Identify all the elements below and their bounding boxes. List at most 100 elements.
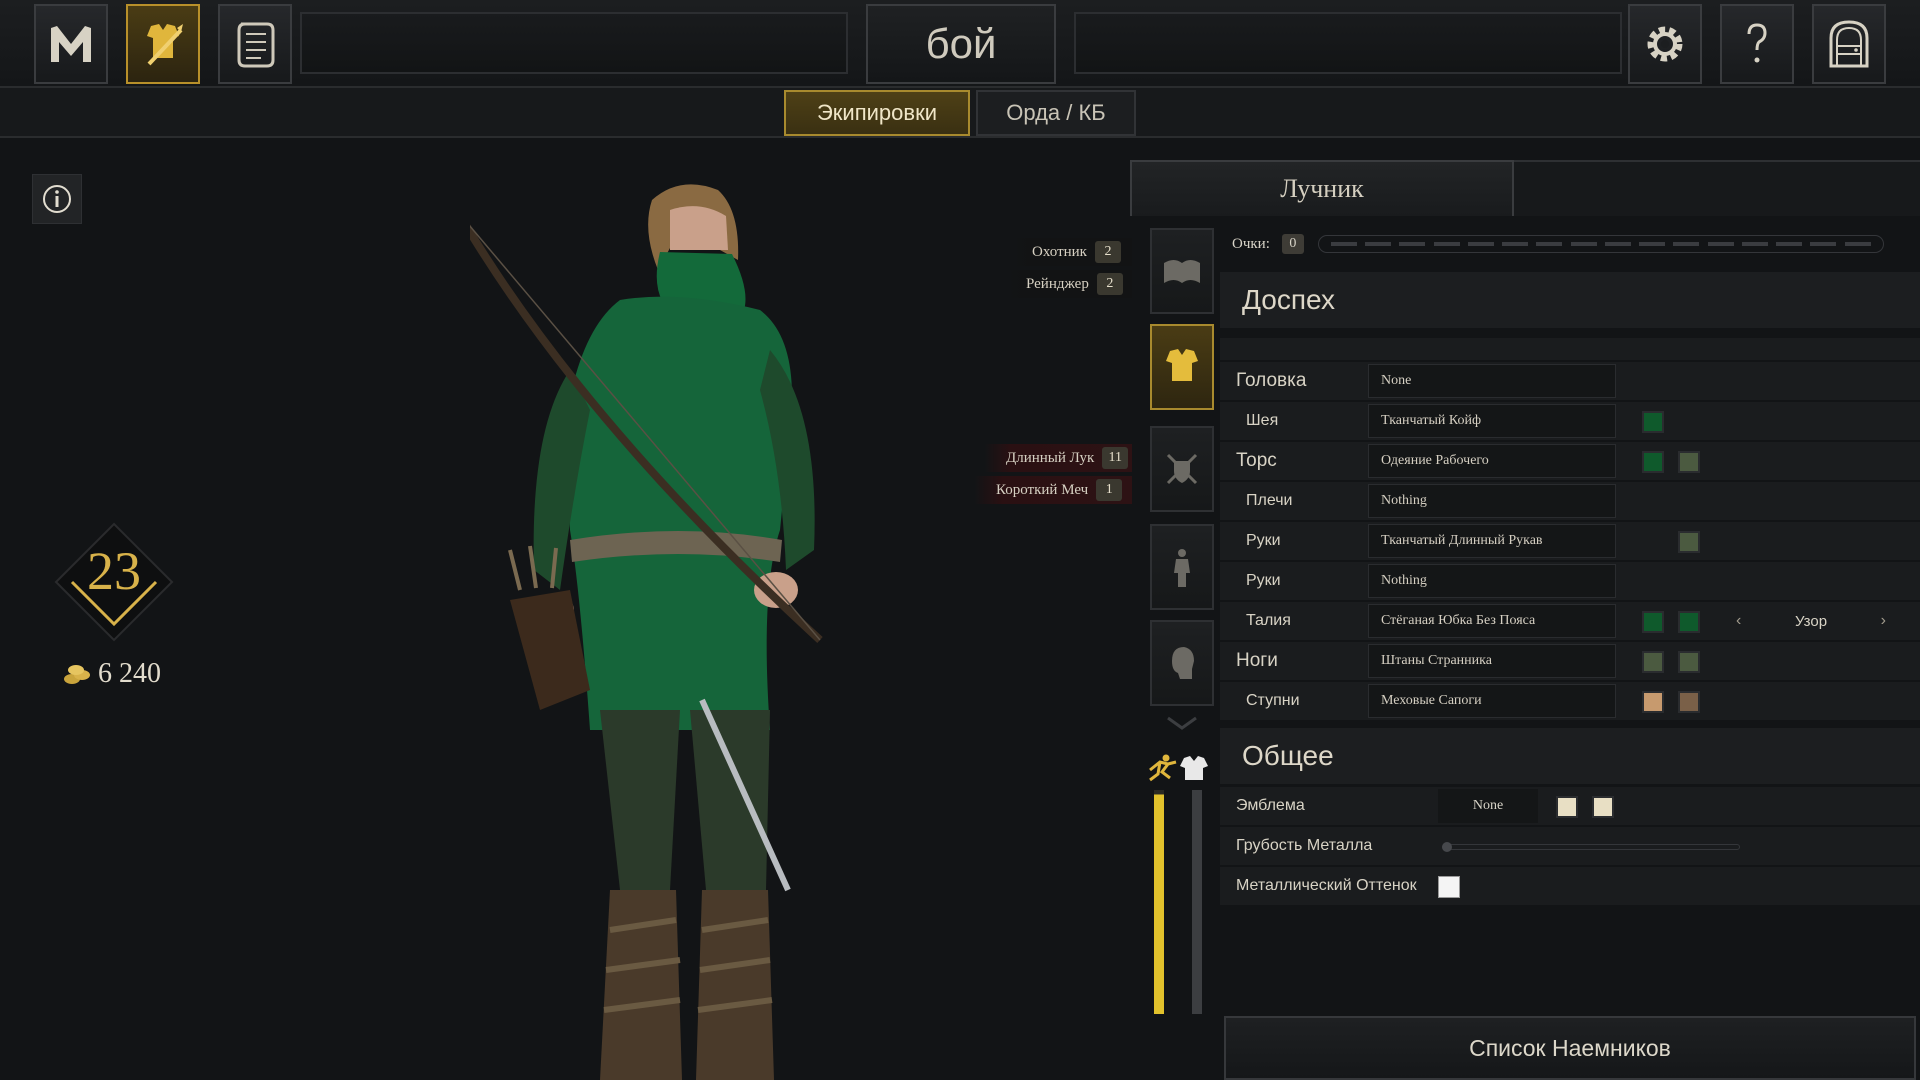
armor-slot-row: Головка None	[1220, 362, 1920, 400]
color-swatch[interactable]	[1678, 691, 1700, 713]
emblem-color-1-swatch[interactable]	[1556, 796, 1578, 818]
armor-slot-select[interactable]: Тканчатый Койф	[1368, 404, 1616, 438]
metal-roughness-row: Грубость Металла	[1220, 827, 1920, 865]
armor-slot-select[interactable]: Штаны Странника	[1368, 644, 1616, 678]
category-face-button[interactable]	[1150, 620, 1214, 706]
head-icon	[1172, 647, 1194, 679]
armor-slot-select[interactable]: Одеяние Рабочего	[1368, 444, 1616, 478]
point-slot	[1365, 242, 1392, 246]
category-weapons-button[interactable]	[1150, 426, 1214, 512]
color-swatch[interactable]	[1642, 691, 1664, 713]
emblem-color-2-swatch[interactable]	[1592, 796, 1614, 818]
info-button[interactable]	[32, 174, 82, 224]
armor-slot-row: Ноги Штаны Странника	[1220, 642, 1920, 680]
class-strip	[1514, 160, 1920, 216]
emblem-select[interactable]: None	[1438, 789, 1538, 823]
settings-button[interactable]	[1628, 4, 1702, 84]
help-button[interactable]	[1720, 4, 1794, 84]
gold-amount: 6 240	[62, 658, 161, 690]
level-number: 23	[87, 541, 141, 601]
emblem-label: Эмблема	[1236, 797, 1305, 814]
weapon-label: Длинный Лук	[1006, 449, 1095, 466]
exit-door-icon	[1829, 20, 1869, 68]
chevron-right-icon[interactable]: ›	[1881, 612, 1886, 630]
armor-stat-icon	[1180, 756, 1208, 780]
point-slot	[1433, 242, 1460, 246]
exit-button[interactable]	[1812, 4, 1886, 84]
armor-slot-select[interactable]: Nothing	[1368, 484, 1616, 518]
stat-bars	[1146, 752, 1212, 1016]
main-menu-button[interactable]	[34, 4, 108, 84]
tab-loadouts[interactable]: Экипировки	[784, 90, 970, 136]
armor-slot-select[interactable]: Стёганая Юбка Без Пояса	[1368, 604, 1616, 638]
perk-ranger[interactable]: Рейнджер 2	[1004, 270, 1132, 298]
points-value: 0	[1281, 234, 1304, 254]
color-swatch[interactable]	[1678, 451, 1700, 473]
armor-slot-row: Торс Одеяние Рабочего	[1220, 442, 1920, 480]
scroll-button[interactable]	[218, 4, 292, 84]
category-body-button[interactable]	[1150, 524, 1214, 610]
point-slot	[1810, 242, 1837, 246]
general-section-heading: Общее	[1220, 728, 1920, 784]
point-slot	[1399, 242, 1426, 246]
point-slot	[1502, 242, 1529, 246]
armor-slot-label: Головка	[1236, 370, 1307, 391]
scroll-down-chevron-icon[interactable]	[1166, 716, 1198, 732]
weapon-short-sword[interactable]: Короткий Меч 1	[974, 476, 1132, 504]
color-swatch[interactable]	[1678, 611, 1700, 633]
metal-tint-label: Металлический Оттенок	[1236, 877, 1417, 894]
armor-slot-label: Плечи	[1246, 492, 1293, 509]
metal-tint-swatch[interactable]	[1438, 876, 1460, 898]
armor-slot-select[interactable]: None	[1368, 364, 1616, 398]
point-slot	[1707, 242, 1734, 246]
color-swatch[interactable]	[1642, 651, 1664, 673]
armor-slot-row: Плечи Nothing	[1220, 482, 1920, 520]
metal-roughness-label: Грубость Металла	[1236, 837, 1373, 854]
weapon-points: 1	[1096, 479, 1123, 501]
color-swatch[interactable]	[1642, 411, 1664, 433]
customize-button[interactable]	[126, 4, 200, 84]
character-model[interactable]	[470, 170, 1030, 1080]
perk-points: 2	[1096, 273, 1123, 295]
perk-hunter[interactable]: Охотник 2	[1010, 238, 1132, 266]
armor-slot-label: Ноги	[1236, 650, 1278, 671]
crossed-weapons-shield-icon	[1166, 453, 1198, 485]
armor-bar-track	[1192, 790, 1202, 1014]
armor-slot-row: Шея Тканчатый Койф	[1220, 402, 1920, 440]
armor-slot-label: Торс	[1236, 450, 1277, 471]
category-armor-button[interactable]	[1150, 324, 1214, 410]
point-slot	[1330, 242, 1357, 246]
armor-slot-select[interactable]: Меховые Сапоги	[1368, 684, 1616, 718]
top-rail-left	[300, 12, 848, 74]
speed-bar-fill	[1154, 794, 1164, 1014]
color-swatch[interactable]	[1678, 651, 1700, 673]
point-slot	[1639, 242, 1666, 246]
armor-customize-icon	[147, 24, 183, 66]
point-slot	[1536, 242, 1563, 246]
metal-roughness-slider[interactable]	[1442, 842, 1740, 852]
running-man-icon	[1149, 754, 1177, 782]
tab-horde[interactable]: Орда / КБ	[976, 90, 1136, 136]
armor-slot-row: Руки Тканчатый Длинный Рукав	[1220, 522, 1920, 560]
armor-slot-row: Руки Nothing	[1220, 562, 1920, 600]
color-swatch[interactable]	[1642, 451, 1664, 473]
category-perks-button[interactable]	[1150, 228, 1214, 314]
point-slot	[1467, 242, 1494, 246]
perk-points: 2	[1094, 241, 1121, 263]
weapon-longbow[interactable]: Длинный Лук 11	[984, 444, 1132, 472]
armor-slot-select[interactable]: Тканчатый Длинный Рукав	[1368, 524, 1616, 558]
armor-sub-strip	[1220, 338, 1920, 360]
top-bar: бой	[0, 0, 1920, 88]
armor-slot-select[interactable]: Nothing	[1368, 564, 1616, 598]
game-mode-title: бой	[866, 4, 1056, 84]
open-book-icon	[1164, 260, 1200, 283]
class-name-tab[interactable]: Лучник	[1130, 160, 1514, 216]
color-swatch[interactable]	[1678, 531, 1700, 553]
slider-knob[interactable]	[1442, 842, 1452, 852]
mercenaries-list-button[interactable]: Список Наемников	[1224, 1016, 1916, 1080]
color-swatch[interactable]	[1642, 611, 1664, 633]
chevron-left-icon[interactable]: ‹	[1736, 612, 1741, 630]
point-slot	[1844, 242, 1871, 246]
weapon-points: 11	[1102, 447, 1129, 469]
emblem-row: Эмблема None	[1220, 787, 1920, 825]
